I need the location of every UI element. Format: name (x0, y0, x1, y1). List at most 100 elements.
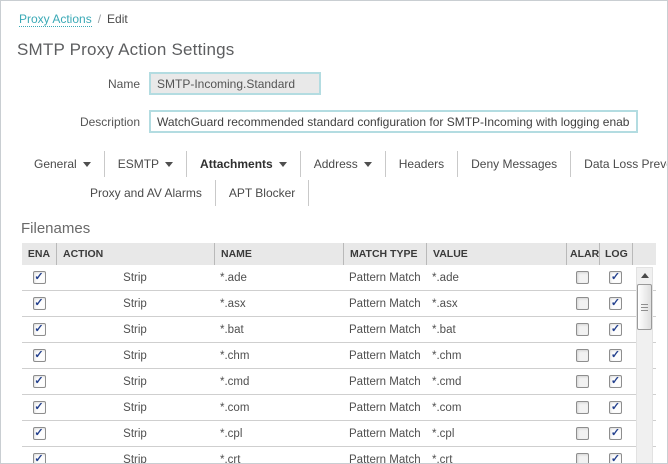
alarm-checkbox-unchecked[interactable] (576, 349, 589, 362)
ena-checkbox-checked[interactable]: ✓ (33, 349, 46, 362)
log-checkbox-checked[interactable]: ✓ (609, 349, 622, 362)
log-cell: ✓ (599, 297, 632, 310)
log-checkbox-checked[interactable]: ✓ (609, 375, 622, 388)
value-cell: *.cmd (426, 376, 566, 388)
tab-label: Attachments (200, 157, 273, 171)
ena-checkbox-checked[interactable]: ✓ (33, 323, 46, 336)
ena-checkbox-checked[interactable]: ✓ (33, 453, 46, 464)
table-row-asx[interactable]: ✓Strip*.asxPattern Match*.asx✓ (22, 291, 656, 317)
action-cell: Strip (56, 402, 214, 414)
name-label: Name (1, 77, 149, 91)
tab-apt-blocker[interactable]: APT Blocker (216, 180, 309, 206)
ena-checkbox-checked[interactable]: ✓ (33, 375, 46, 388)
alarm-checkbox-unchecked[interactable] (576, 427, 589, 440)
table-header-row: ENA ACTION NAME MATCH TYPE VALUE ALARI L… (22, 243, 656, 265)
action-cell: Strip (56, 454, 214, 464)
tab-address[interactable]: Address (301, 151, 386, 177)
tab-label: Proxy and AV Alarms (90, 186, 202, 200)
log-checkbox-checked[interactable]: ✓ (609, 427, 622, 440)
table-row-bat[interactable]: ✓Strip*.batPattern Match*.bat✓ (22, 317, 656, 343)
log-checkbox-checked[interactable]: ✓ (609, 271, 622, 284)
chevron-down-icon (165, 162, 173, 171)
value-cell: *.asx (426, 298, 566, 310)
chevron-down-icon (279, 162, 287, 171)
log-checkbox-checked[interactable]: ✓ (609, 401, 622, 414)
match-type-cell: Pattern Match (343, 428, 426, 440)
tab-label: Data Loss Prevention (584, 157, 668, 171)
value-cell: *.crt (426, 454, 566, 464)
column-header-scroll-spacer (632, 243, 656, 265)
column-header-log: LOG (599, 243, 632, 265)
scrollbar-grip-icon (641, 304, 648, 311)
log-checkbox-checked[interactable]: ✓ (609, 297, 622, 310)
name-cell: *.ade (214, 272, 343, 284)
name-cell: *.cpl (214, 428, 343, 440)
name-cell: *.bat (214, 324, 343, 336)
name-field[interactable] (149, 72, 321, 95)
value-cell: *.bat (426, 324, 566, 336)
tab-label: Headers (399, 157, 444, 171)
log-checkbox-checked[interactable]: ✓ (609, 323, 622, 336)
value-cell: *.cpl (426, 428, 566, 440)
alarm-checkbox-unchecked[interactable] (576, 271, 589, 284)
ena-checkbox-checked[interactable]: ✓ (33, 401, 46, 414)
column-header-value: VALUE (426, 243, 566, 265)
scroll-up-icon (641, 269, 649, 278)
tab-attachments[interactable]: Attachments (187, 151, 301, 177)
tab-headers[interactable]: Headers (386, 151, 458, 177)
tab-label: General (34, 157, 77, 171)
filenames-table: ENA ACTION NAME MATCH TYPE VALUE ALARI L… (22, 243, 656, 464)
alarm-cell (566, 323, 599, 336)
tab-label: APT Blocker (229, 186, 295, 200)
tab-deny-messages[interactable]: Deny Messages (458, 151, 571, 177)
scroll-up-button[interactable] (637, 268, 652, 283)
table-row-cpl[interactable]: ✓Strip*.cplPattern Match*.cpl✓ (22, 421, 656, 447)
alarm-checkbox-unchecked[interactable] (576, 323, 589, 336)
column-header-ena: ENA (22, 243, 56, 265)
ena-cell: ✓ (22, 297, 56, 310)
alarm-cell (566, 401, 599, 414)
name-cell: *.crt (214, 454, 343, 464)
action-cell: Strip (56, 324, 214, 336)
name-cell: *.cmd (214, 376, 343, 388)
log-cell: ✓ (599, 349, 632, 362)
tab-label: ESMTP (118, 157, 159, 171)
action-cell: Strip (56, 298, 214, 310)
ena-checkbox-checked[interactable]: ✓ (33, 297, 46, 310)
column-header-match-type: MATCH TYPE (343, 243, 426, 265)
column-header-action: ACTION (56, 243, 214, 265)
log-cell: ✓ (599, 401, 632, 414)
tab-bar-row-2: Proxy and AV Alarms APT Blocker (77, 180, 667, 206)
alarm-checkbox-unchecked[interactable] (576, 375, 589, 388)
table-row-crt[interactable]: ✓Strip*.crtPattern Match*.crt✓ (22, 447, 656, 464)
tab-proxy-and-av-alarms[interactable]: Proxy and AV Alarms (77, 180, 216, 206)
alarm-cell (566, 427, 599, 440)
log-cell: ✓ (599, 323, 632, 336)
tab-esmtp[interactable]: ESMTP (105, 151, 187, 177)
breadcrumb: Proxy Actions / Edit (1, 1, 667, 27)
table-row-ade[interactable]: ✓Strip*.adePattern Match*.ade✓ (22, 265, 656, 291)
scrollbar-thumb[interactable] (637, 284, 652, 330)
ena-checkbox-checked[interactable]: ✓ (33, 427, 46, 440)
table-row-com[interactable]: ✓Strip*.comPattern Match*.com✓ (22, 395, 656, 421)
alarm-cell (566, 297, 599, 310)
column-header-alarm: ALARI (566, 243, 599, 265)
table-row-chm[interactable]: ✓Strip*.chmPattern Match*.chm✓ (22, 343, 656, 369)
vertical-scrollbar[interactable] (636, 267, 653, 464)
breadcrumb-proxy-actions-link[interactable]: Proxy Actions (19, 12, 92, 27)
action-cell: Strip (56, 428, 214, 440)
match-type-cell: Pattern Match (343, 454, 426, 464)
tab-data-loss-prevention[interactable]: Data Loss Prevention (571, 151, 668, 177)
description-field[interactable] (149, 110, 638, 133)
alarm-cell (566, 375, 599, 388)
action-cell: Strip (56, 272, 214, 284)
alarm-checkbox-unchecked[interactable] (576, 401, 589, 414)
log-checkbox-checked[interactable]: ✓ (609, 453, 622, 464)
ena-cell: ✓ (22, 271, 56, 284)
alarm-checkbox-unchecked[interactable] (576, 453, 589, 464)
ena-checkbox-checked[interactable]: ✓ (33, 271, 46, 284)
tab-bar-row-1: General ESMTP Attachments Address Headers Den… (21, 151, 667, 177)
table-row-cmd[interactable]: ✓Strip*.cmdPattern Match*.cmd✓ (22, 369, 656, 395)
alarm-checkbox-unchecked[interactable] (576, 297, 589, 310)
tab-general[interactable]: General (21, 151, 105, 177)
